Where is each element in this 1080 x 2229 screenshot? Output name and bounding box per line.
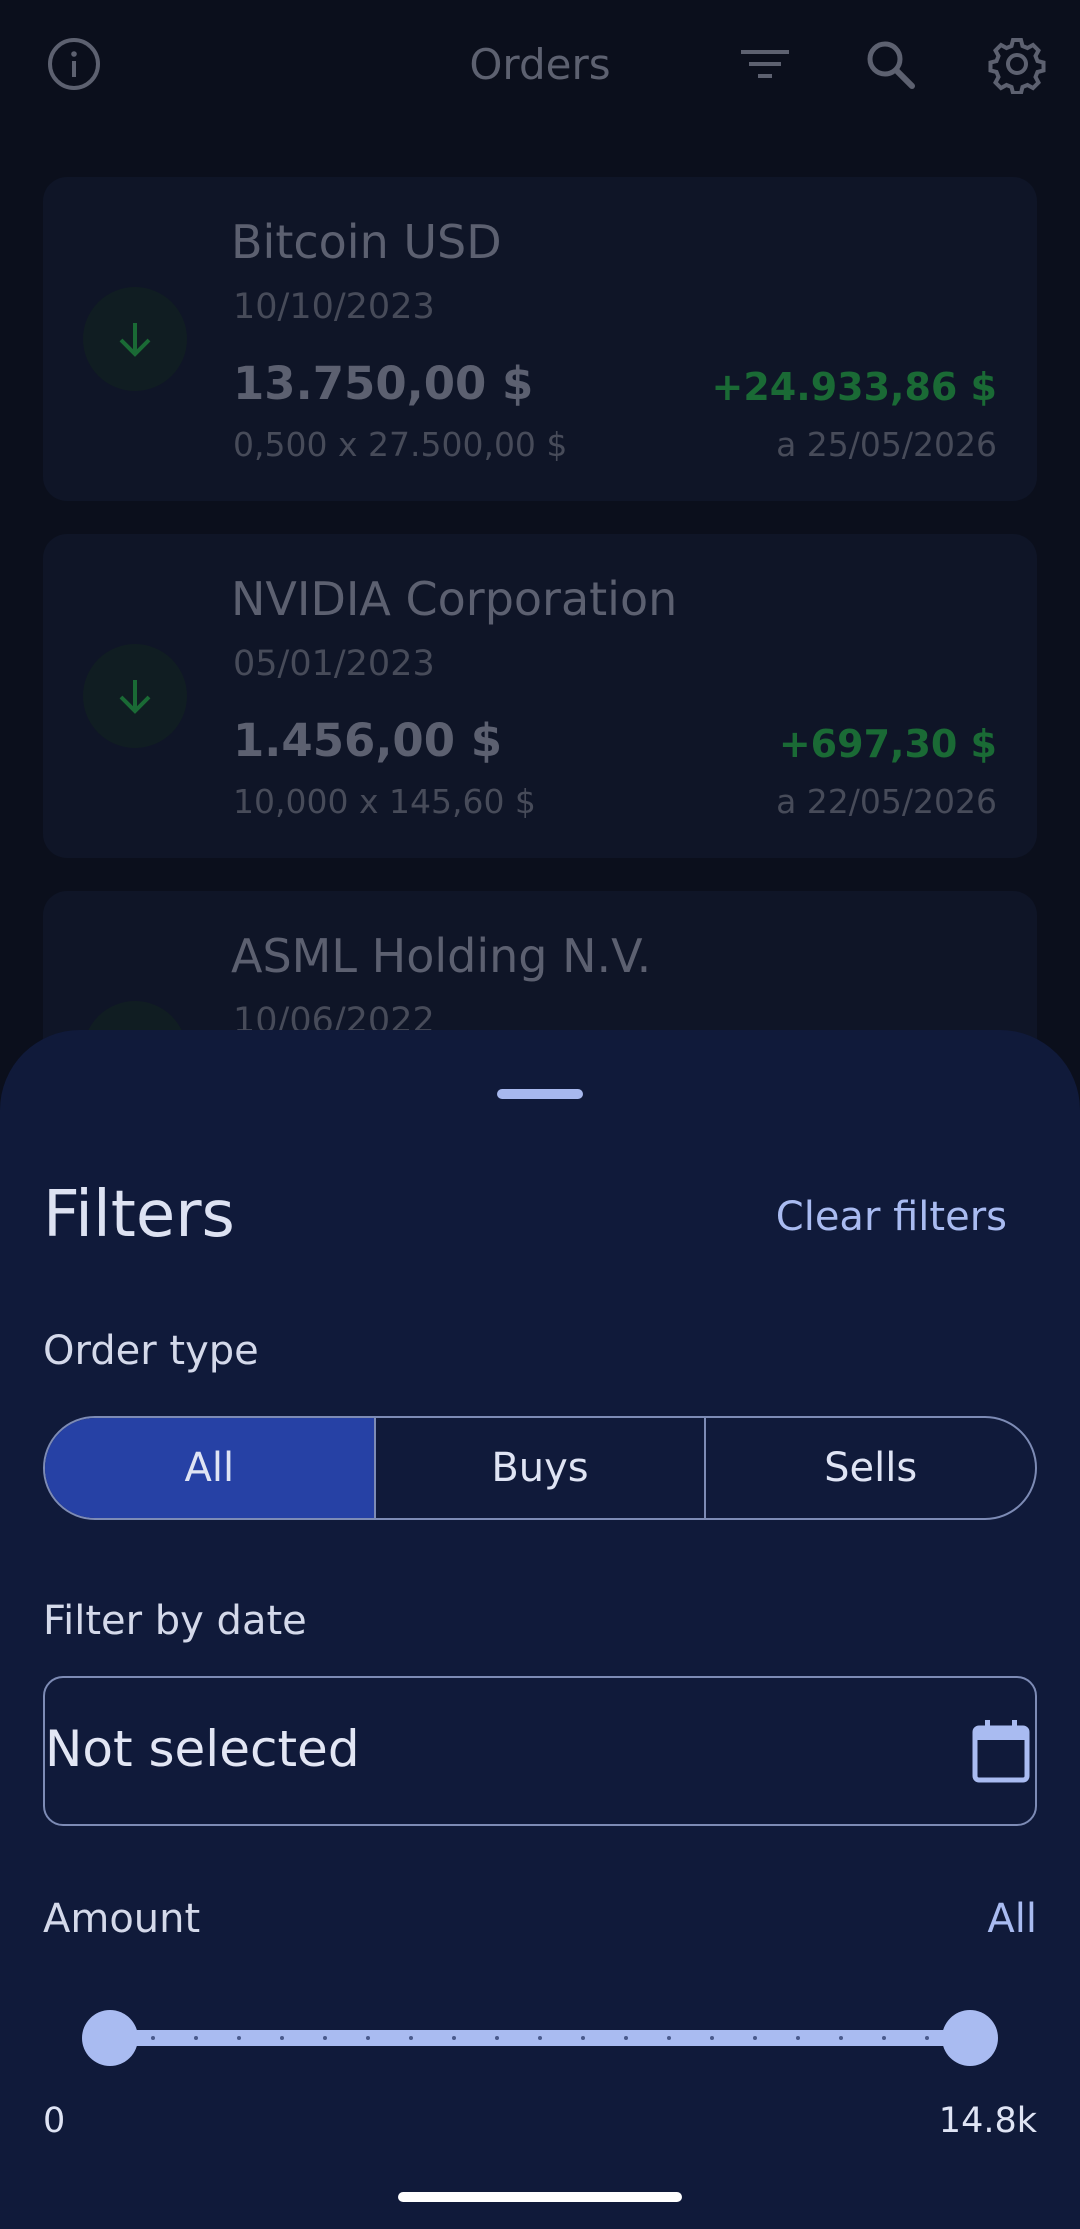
order-date: 05/01/2023 [233,644,435,684]
slider-tick-dot [796,2036,800,2040]
order-total: 1.456,00 $ [233,714,503,767]
order-card[interactable]: NVIDIA Corporation 05/01/2023 1.456,00 $… [43,534,1037,858]
amount-value: All [987,1896,1037,1942]
order-date: 10/10/2023 [233,287,435,327]
order-card[interactable]: Bitcoin USD 10/10/2023 13.750,00 $ 0,500… [43,177,1037,501]
slider-tick-dot [667,2036,671,2040]
slider-tick-dot [366,2036,370,2040]
slider-tick-dot [882,2036,886,2040]
buy-badge [83,287,187,391]
sheet-title: Filters [43,1178,235,1252]
order-name: ASML Holding N.V. [231,929,652,983]
slider-tick-dot [581,2036,585,2040]
amount-range-slider[interactable] [82,2010,998,2066]
order-type-label: Order type [43,1328,259,1374]
arrow-down-icon [119,323,151,357]
slider-tick-dot [409,2036,413,2040]
order-type-all[interactable]: All [45,1418,374,1518]
order-detail: 0,500 x 27.500,00 $ [233,425,568,464]
order-total: 13.750,00 $ [233,357,534,410]
clear-filters-button[interactable]: Clear filters [776,1194,1007,1240]
slider-tick-dot [495,2036,499,2040]
slider-thumb-max[interactable] [942,2010,998,2066]
app-bar: Orders [0,0,1080,132]
page-title: Orders [469,40,611,89]
search-icon[interactable] [860,34,920,94]
calendar-icon[interactable] [971,1720,1031,1784]
slider-tick-dot [624,2036,628,2040]
date-filter-field[interactable]: Not selected [43,1676,1037,1826]
filter-icon[interactable] [735,34,795,94]
order-type-selector: All Buys Sells [43,1416,1037,1520]
slider-tick-dot [237,2036,241,2040]
slider-thumb-min[interactable] [82,2010,138,2066]
order-detail: 10,000 x 145,60 $ [233,782,536,821]
amount-min-label: 0 [43,2101,66,2141]
slider-tick-dot [280,2036,284,2040]
arrow-down-icon [119,680,151,714]
order-name: Bitcoin USD [231,215,502,269]
slider-tick-dot [452,2036,456,2040]
date-filter-label: Filter by date [43,1598,307,1644]
order-gain-date: a 22/05/2026 [776,782,997,821]
order-type-buys[interactable]: Buys [373,1418,705,1518]
slider-tick-dot [194,2036,198,2040]
slider-tick-dot [839,2036,843,2040]
order-gain: +697,30 $ [778,722,997,766]
buy-badge [83,644,187,748]
gear-icon[interactable] [987,34,1047,95]
slider-tick-dot [753,2036,757,2040]
info-icon[interactable] [44,34,104,94]
filters-sheet: Filters Clear filters Order type All Buy… [0,1030,1080,2229]
slider-tick-dot [151,2036,155,2040]
drag-handle[interactable] [497,1089,583,1099]
home-indicator[interactable] [398,2192,682,2202]
amount-max-label: 14.8k [938,2101,1037,2141]
amount-label: Amount [43,1896,201,1942]
order-type-sells[interactable]: Sells [704,1418,1035,1518]
order-gain-date: a 25/05/2026 [776,425,997,464]
slider-tick-dot [538,2036,542,2040]
slider-tick-dot [925,2036,929,2040]
slider-tick-dot [710,2036,714,2040]
slider-tick-dot [323,2036,327,2040]
date-filter-value: Not selected [45,1720,360,1778]
order-name: NVIDIA Corporation [231,572,678,626]
order-gain: +24.933,86 $ [711,365,997,409]
